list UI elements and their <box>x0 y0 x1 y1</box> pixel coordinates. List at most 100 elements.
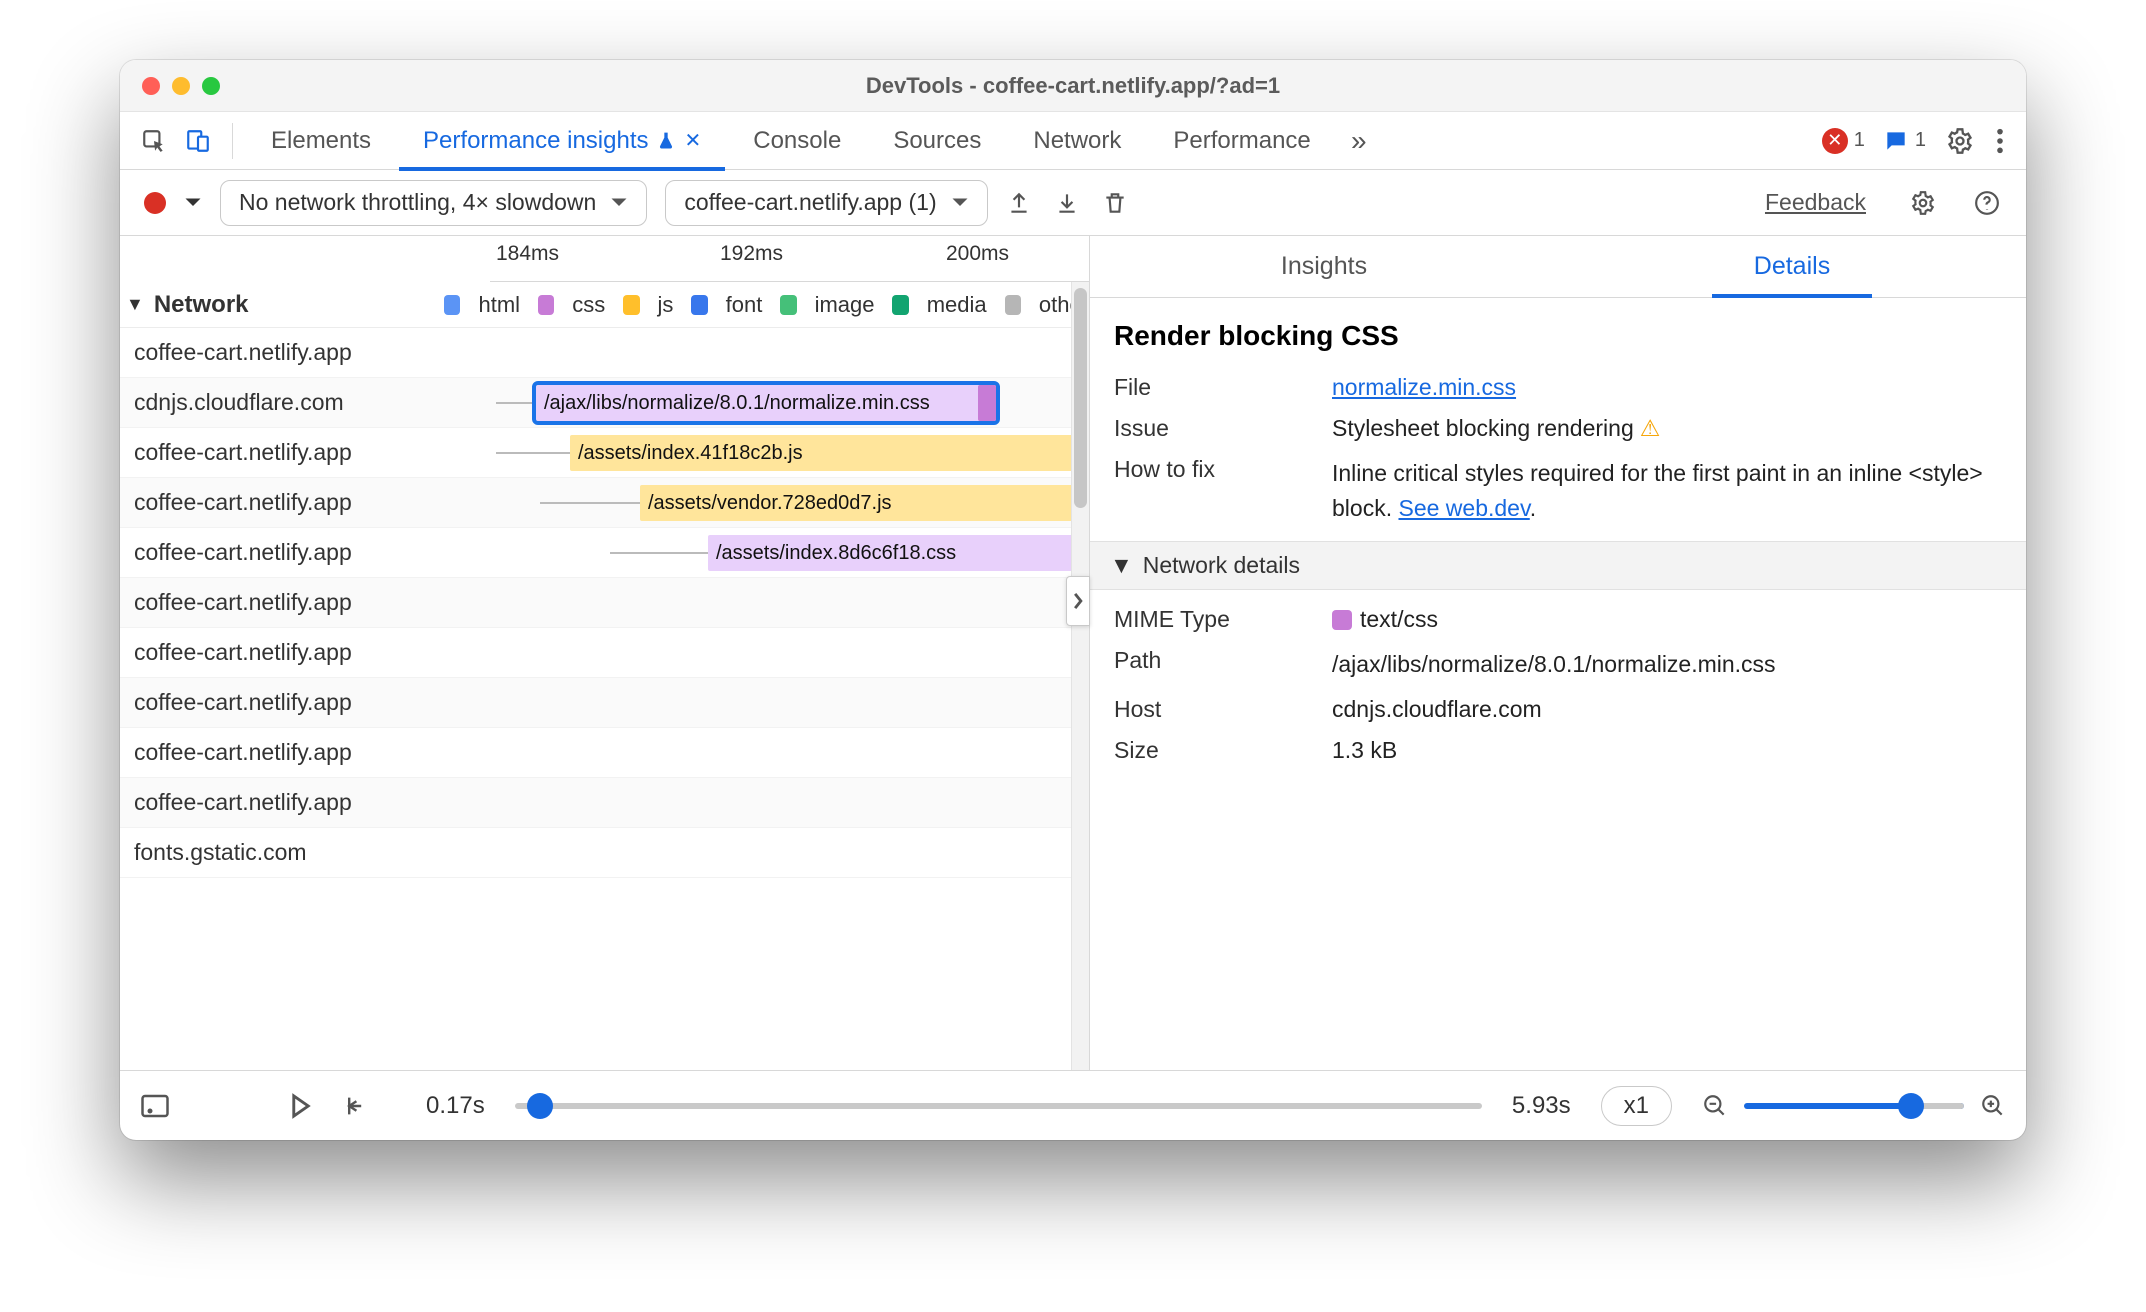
details-panel: Insights Details Render blocking CSS Fil… <box>1090 236 2026 1070</box>
row-host: fonts.gstatic.com <box>120 839 490 866</box>
timeline-panel: 184ms 192ms 200ms ▼ Network html css js … <box>120 236 1090 1070</box>
devtools-window: DevTools - coffee-cart.netlify.app/?ad=1… <box>120 60 2026 1140</box>
webdev-link[interactable]: See web.dev <box>1398 495 1529 521</box>
devtools-tabstrip: Elements Performance insights ✕ Console … <box>120 112 2026 170</box>
table-row[interactable]: coffee-cart.netlify.app <box>120 578 1089 628</box>
table-row[interactable]: coffee-cart.netlify.app <box>120 778 1089 828</box>
zoom-out-icon[interactable] <box>1702 1093 1728 1119</box>
time-slider[interactable] <box>515 1103 1482 1109</box>
time-ruler[interactable]: 184ms 192ms 200ms <box>490 236 1089 282</box>
row-track <box>490 628 1089 677</box>
feedback-link[interactable]: Feedback <box>1765 189 1866 216</box>
more-tabs-icon[interactable]: » <box>1339 121 1379 161</box>
table-row[interactable]: coffee-cart.netlify.app/assets/index.41f… <box>120 428 1089 478</box>
zoom-in-icon[interactable] <box>1980 1093 2006 1119</box>
request-bar[interactable]: /assets/vendor.728ed0d7.js <box>640 485 1089 521</box>
table-row[interactable]: coffee-cart.netlify.app/assets/index.8d6… <box>120 528 1089 578</box>
scrollbar-thumb[interactable] <box>1074 288 1087 508</box>
request-bar[interactable]: /assets/index.8d6c6f18.css <box>708 535 1089 571</box>
section-label: Network details <box>1143 552 1300 579</box>
table-row[interactable]: fonts.gstatic.com <box>120 828 1089 878</box>
tab-performance[interactable]: Performance <box>1149 112 1334 170</box>
legend-chip-css <box>538 295 554 315</box>
insights-toolbar: No network throttling, 4× slowdown coffe… <box>120 170 2026 236</box>
table-row[interactable]: cdnjs.cloudflare.com/ajax/libs/normalize… <box>120 378 1089 428</box>
row-track <box>490 578 1089 627</box>
kv-key: MIME Type <box>1114 606 1314 633</box>
kebab-menu-icon[interactable] <box>1996 127 2004 155</box>
close-window-button[interactable] <box>142 77 160 95</box>
delete-icon[interactable] <box>1102 190 1128 216</box>
tab-elements[interactable]: Elements <box>247 112 395 170</box>
speed-pill[interactable]: x1 <box>1601 1086 1672 1126</box>
request-stem <box>540 502 640 504</box>
record-button[interactable] <box>144 192 166 214</box>
request-stem <box>496 452 570 454</box>
screenshot-toggle-icon[interactable] <box>140 1093 170 1119</box>
time-end: 5.93s <box>1512 1092 1571 1120</box>
expand-handle[interactable] <box>1066 576 1090 626</box>
row-track: /assets/vendor.728ed0d7.js <box>490 478 1089 527</box>
throttling-select[interactable]: No network throttling, 4× slowdown <box>220 180 647 226</box>
record-menu-icon[interactable] <box>184 197 202 209</box>
mime-text: text/css <box>1360 606 1438 632</box>
network-details-header[interactable]: ▼ Network details <box>1090 541 2026 590</box>
request-bar-tail <box>978 385 996 421</box>
import-icon[interactable] <box>1054 190 1080 216</box>
minimize-window-button[interactable] <box>172 77 190 95</box>
zoom-controls <box>1702 1093 2006 1119</box>
settings-gear-icon[interactable] <box>1946 127 1974 155</box>
tab-label: Sources <box>893 127 981 155</box>
export-icon[interactable] <box>1006 190 1032 216</box>
table-row[interactable]: coffee-cart.netlify.app <box>120 328 1089 378</box>
row-track <box>490 728 1089 777</box>
tab-sources[interactable]: Sources <box>869 112 1005 170</box>
table-row[interactable]: coffee-cart.netlify.app <box>120 628 1089 678</box>
disclosure-triangle-icon[interactable]: ▼ <box>126 294 144 315</box>
host-value: cdnjs.cloudflare.com <box>1332 696 2002 723</box>
play-icon[interactable] <box>290 1093 312 1119</box>
close-tab-icon[interactable]: ✕ <box>684 128 701 153</box>
panel-settings-gear-icon[interactable] <box>1910 190 1936 216</box>
error-badge[interactable]: ✕ 1 <box>1822 128 1865 154</box>
zoom-knob[interactable] <box>1898 1093 1924 1119</box>
zoom-slider[interactable] <box>1744 1103 1964 1109</box>
legend-label: js <box>658 292 674 318</box>
table-row[interactable]: coffee-cart.netlify.app <box>120 728 1089 778</box>
table-row[interactable]: coffee-cart.netlify.app <box>120 678 1089 728</box>
request-bar[interactable]: /assets/index.41f18c2b.js <box>570 435 1089 471</box>
row-host: coffee-cart.netlify.app <box>120 639 490 666</box>
help-icon[interactable] <box>1974 190 2000 216</box>
speed-label: x1 <box>1624 1092 1649 1120</box>
reset-icon[interactable] <box>342 1094 366 1118</box>
legend-chip-other <box>1005 295 1021 315</box>
inspect-element-icon[interactable] <box>134 121 174 161</box>
flask-icon <box>656 131 676 151</box>
table-row[interactable]: coffee-cart.netlify.app/assets/vendor.72… <box>120 478 1089 528</box>
tab-insights[interactable]: Insights <box>1090 236 1558 297</box>
details-kv: File normalize.min.css Issue Stylesheet … <box>1090 374 2026 541</box>
file-link[interactable]: normalize.min.css <box>1332 374 1516 400</box>
timeline-footer: 0.17s 5.93s x1 <box>120 1070 2026 1140</box>
section-title: Network <box>154 291 249 319</box>
tab-console[interactable]: Console <box>729 112 865 170</box>
tab-details[interactable]: Details <box>1558 236 2026 297</box>
slider-knob[interactable] <box>527 1093 553 1119</box>
request-bar[interactable]: /ajax/libs/normalize/8.0.1/normalize.min… <box>536 385 996 421</box>
device-toggle-icon[interactable] <box>178 121 218 161</box>
path-value: /ajax/libs/normalize/8.0.1/normalize.min… <box>1332 647 2002 682</box>
row-host: coffee-cart.netlify.app <box>120 739 490 766</box>
row-host: coffee-cart.netlify.app <box>120 439 490 466</box>
vertical-scrollbar[interactable] <box>1071 282 1089 1070</box>
messages-badge[interactable]: 1 <box>1883 128 1926 154</box>
tab-network[interactable]: Network <box>1009 112 1145 170</box>
kv-key: Host <box>1114 696 1314 723</box>
ruler-tick: 192ms <box>720 242 783 266</box>
tab-label: Performance insights <box>423 127 648 155</box>
tab-performance-insights[interactable]: Performance insights ✕ <box>399 112 725 170</box>
maximize-window-button[interactable] <box>202 77 220 95</box>
legend-chip-js <box>623 295 639 315</box>
row-track: /assets/index.41f18c2b.js <box>490 428 1089 477</box>
route-select[interactable]: coffee-cart.netlify.app (1) <box>665 180 987 226</box>
row-track <box>490 778 1089 827</box>
